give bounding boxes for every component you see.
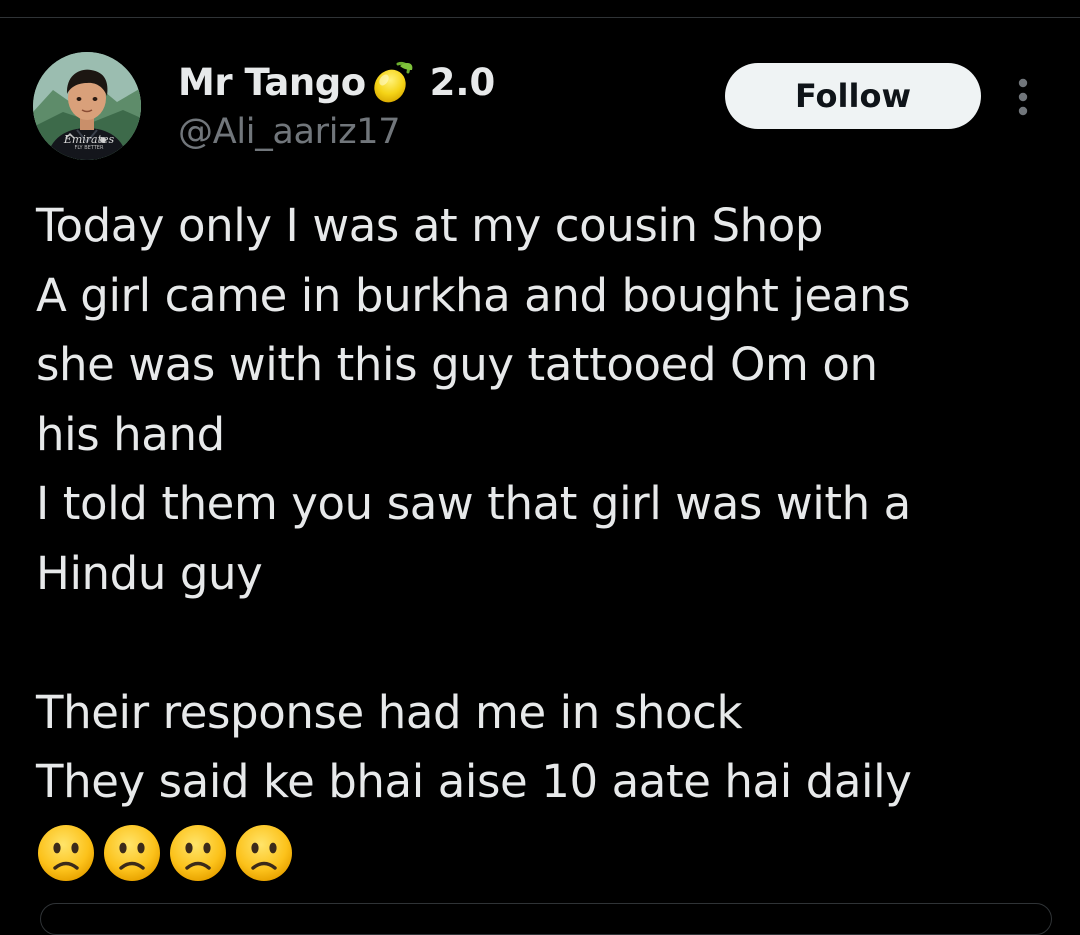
- slightly-frowning-face-icon: [102, 823, 162, 883]
- avatar-sponsor-subtext: FLY BETTER: [74, 145, 104, 151]
- tweet-text: Today only I was at my cousin Shop A gir…: [36, 191, 1056, 883]
- tweet-line: his hand: [36, 407, 225, 461]
- tweet-line: I told them you saw that girl was with a: [36, 477, 911, 530]
- top-divider: [0, 17, 1080, 18]
- tweet-line: Hindu guy: [36, 546, 263, 600]
- author-name-row[interactable]: Mr Tango 2.0: [178, 58, 495, 106]
- tweet-line: Their response had me in shock: [36, 685, 743, 739]
- lemon-icon: [368, 58, 416, 106]
- avatar[interactable]: Emirates FLY BETTER: [33, 52, 141, 160]
- author-name-suffix: 2.0: [429, 60, 496, 104]
- tweet-line: she was with this guy tattooed Om on: [36, 338, 878, 391]
- slightly-frowning-face-icon: [168, 823, 228, 883]
- tweet-line: Today only I was at my cousin Shop: [36, 199, 824, 252]
- slightly-frowning-face-icon: [234, 823, 294, 883]
- slightly-frowning-face-icon: [36, 823, 96, 883]
- follow-button[interactable]: Follow: [725, 63, 981, 129]
- emoji-row: [36, 823, 1056, 883]
- author-display-name[interactable]: Mr Tango: [178, 61, 366, 104]
- tweet-line: A girl came in burkha and bought jeans: [36, 268, 911, 322]
- more-vertical-icon[interactable]: [1009, 76, 1037, 118]
- tweet-line: They said ke bhai aise 10 aate hai daily: [36, 755, 912, 808]
- author-handle[interactable]: @Ali_aariz17: [178, 112, 401, 152]
- avatar-sponsor-text: Emirates: [63, 133, 115, 146]
- embedded-card-edge[interactable]: [40, 903, 1052, 935]
